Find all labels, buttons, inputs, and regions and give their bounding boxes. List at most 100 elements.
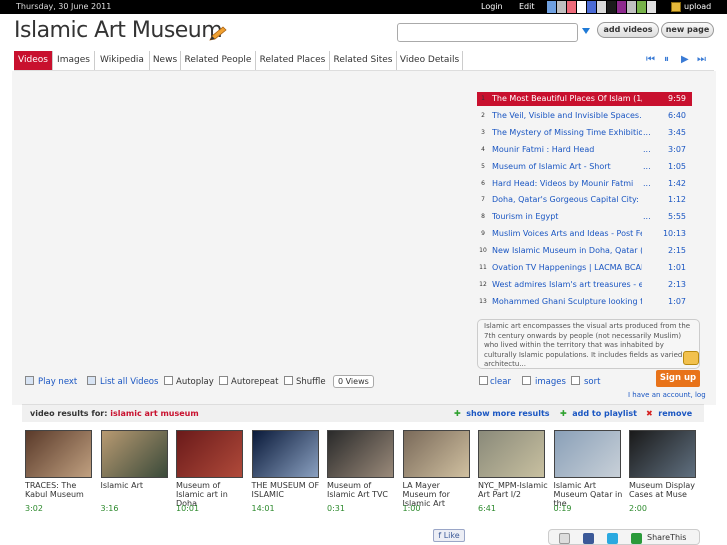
theme-swatch[interactable] xyxy=(627,1,636,13)
playlist-item[interactable]: 8 Tourism in Egypt... 5:55 xyxy=(477,210,692,224)
playlist-item[interactable]: 6 Hard Head: Videos by Mounir Fatmi... 1:4… xyxy=(477,177,692,191)
theme-swatch[interactable] xyxy=(617,1,626,13)
playlist-item-title[interactable]: The Mystery of Missing Time Exhibition xyxy=(492,126,642,140)
play-next-icon[interactable] xyxy=(25,376,34,385)
video-thumbnail-title[interactable]: THE MUSEUM OF ISLAMIC xyxy=(252,481,324,499)
edit-link[interactable]: Edit xyxy=(519,2,535,11)
clear-icon[interactable] xyxy=(479,376,488,385)
video-thumbnail[interactable] xyxy=(629,430,696,478)
theme-swatch[interactable] xyxy=(577,1,586,13)
first-icon[interactable]: ⏮ xyxy=(646,54,655,65)
show-more-button[interactable]: ✚ show more results xyxy=(454,409,550,418)
playlist-item-title[interactable]: West admires Islam's art treasures - eve… xyxy=(492,278,642,292)
pause-icon[interactable]: ⏸ xyxy=(664,54,669,65)
list-all-icon[interactable] xyxy=(87,376,96,385)
add-videos-button[interactable]: add videos xyxy=(597,22,659,38)
envelope-icon[interactable] xyxy=(683,351,699,365)
theme-swatch[interactable] xyxy=(657,1,666,13)
playlist-item[interactable]: 12 West admires Islam's art treasures - e… xyxy=(477,278,692,292)
playlist-item-title[interactable]: Doha, Qatar's Gorgeous Capital City: Pa.… xyxy=(492,193,642,207)
signup-button[interactable]: Sign up xyxy=(656,370,700,387)
sharethis-icon[interactable] xyxy=(631,533,642,544)
playlist-item[interactable]: 5 Museum of Islamic Art - Short... 1:05 xyxy=(477,160,692,174)
search-dropdown-icon[interactable] xyxy=(582,28,590,34)
new-page-button[interactable]: new page xyxy=(661,22,714,38)
sharethis-label[interactable]: ShareThis xyxy=(647,533,686,542)
video-thumbnail[interactable] xyxy=(478,430,545,478)
upload-link[interactable]: upload xyxy=(684,2,711,11)
playlist-item[interactable]: 2 The Veil, Visible and Invisible Spaces.… xyxy=(477,109,692,123)
twitter-icon[interactable] xyxy=(607,533,618,544)
tab-videos[interactable]: Videos xyxy=(14,51,53,70)
images-link[interactable]: images xyxy=(535,377,566,387)
last-icon[interactable]: ⏭ xyxy=(697,54,706,65)
theme-swatch[interactable] xyxy=(647,1,656,13)
add-to-playlist-button[interactable]: ✚ add to playlist xyxy=(560,409,637,418)
clear-link[interactable]: clear xyxy=(490,377,511,387)
playlist-item-title[interactable]: Tourism in Egypt xyxy=(492,210,642,224)
theme-swatch[interactable] xyxy=(587,1,596,13)
playlist-item-title[interactable]: Mohammed Ghani Sculpture looking for... xyxy=(492,295,642,309)
playlist-item-title[interactable]: The Most Beautiful Places Of Islam (1/5)… xyxy=(492,92,642,106)
sort-link[interactable]: sort xyxy=(584,377,600,387)
autoplay-checkbox[interactable] xyxy=(164,376,173,385)
playlist-item[interactable]: 1 The Most Beautiful Places Of Islam (1/5… xyxy=(477,92,692,106)
sort-icon[interactable] xyxy=(571,376,580,385)
playlist-item-title[interactable]: Ovation TV Happenings | LACMA BCAM... xyxy=(492,261,642,275)
playlist-item-title[interactable]: Hard Head: Videos by Mounir Fatmi xyxy=(492,177,642,191)
playlist-item-title[interactable]: Muslim Voices Arts and Ideas - Post Fes.… xyxy=(492,227,642,241)
video-thumbnail[interactable] xyxy=(327,430,394,478)
video-thumbnail-title[interactable]: NYC_MPM-Islamic Art Part I/2 xyxy=(478,481,550,499)
video-thumbnail[interactable] xyxy=(553,430,621,478)
email-icon[interactable] xyxy=(559,533,570,544)
theme-swatch[interactable] xyxy=(557,1,566,13)
tab-related-places[interactable]: Related Places xyxy=(256,51,330,70)
playlist-item[interactable]: 9 Muslim Voices Arts and Ideas - Post Fes… xyxy=(477,227,692,241)
playlist-item[interactable]: 7 Doha, Qatar's Gorgeous Capital City: Pa… xyxy=(477,193,692,207)
tab-related-sites[interactable]: Related Sites xyxy=(330,51,397,70)
playlist-item-title[interactable]: The Veil, Visible and Invisible Spaces.m… xyxy=(492,109,642,123)
autorepeat-checkbox[interactable] xyxy=(219,376,228,385)
video-thumbnail-title[interactable]: TRACES: The Kabul Museum xyxy=(25,481,97,499)
playlist-item[interactable]: 10 New Islamic Museum in Doha, Qatar (Ja.… xyxy=(477,244,692,258)
next-icon[interactable]: ▶ xyxy=(681,54,689,65)
play-next-link[interactable]: Play next xyxy=(38,377,77,387)
playlist-item[interactable]: 13 Mohammed Ghani Sculpture looking for..… xyxy=(477,295,692,309)
pencil-icon[interactable] xyxy=(208,26,228,42)
tab-related-people[interactable]: Related People xyxy=(181,51,256,70)
video-thumbnail-title[interactable]: Museum of Islamic Art TVC xyxy=(327,481,399,499)
tab-news[interactable]: News xyxy=(150,51,181,70)
playlist-item-title[interactable]: Museum of Islamic Art - Short xyxy=(492,160,642,174)
playlist-item[interactable]: 4 Mounir Fatmi : Hard Head... 3:07 xyxy=(477,143,692,157)
shuffle-checkbox[interactable] xyxy=(284,376,293,385)
tab-images[interactable]: Images xyxy=(53,51,95,70)
video-thumbnail-title[interactable]: Museum Display Cases at Muse xyxy=(629,481,701,499)
theme-swatch[interactable] xyxy=(607,1,616,13)
facebook-like-button[interactable]: f Like xyxy=(433,529,465,542)
facebook-icon[interactable] xyxy=(583,533,594,544)
theme-swatch[interactable] xyxy=(567,1,576,13)
playlist-item[interactable]: 11 Ovation TV Happenings | LACMA BCAM... 1… xyxy=(477,261,692,275)
tab-video-details[interactable]: Video Details xyxy=(397,51,463,70)
theme-swatch[interactable] xyxy=(547,1,556,13)
account-link[interactable]: I have an account, log xyxy=(628,391,706,399)
playlist-item[interactable]: 3 The Mystery of Missing Time Exhibition.… xyxy=(477,126,692,140)
video-thumbnail[interactable] xyxy=(100,430,168,478)
images-icon[interactable] xyxy=(522,376,531,385)
playlist-item-number: 10 xyxy=(479,247,487,255)
video-thumbnail-title[interactable]: Islamic Art xyxy=(101,481,173,490)
theme-swatch[interactable] xyxy=(597,1,606,13)
tab-wikipedia[interactable]: Wikipedia xyxy=(95,51,150,70)
remove-button[interactable]: ✖ remove xyxy=(646,409,692,418)
video-thumbnail[interactable] xyxy=(25,430,92,478)
playlist-item-title[interactable]: New Islamic Museum in Doha, Qatar (Ja... xyxy=(492,244,642,258)
video-thumbnail[interactable] xyxy=(251,430,319,478)
upload-icon[interactable] xyxy=(671,2,681,12)
search-input[interactable] xyxy=(397,23,578,42)
video-thumbnail[interactable] xyxy=(402,430,470,478)
list-all-link[interactable]: List all Videos xyxy=(100,377,158,387)
playlist-item-title[interactable]: Mounir Fatmi : Hard Head xyxy=(492,143,642,157)
video-thumbnail[interactable] xyxy=(176,430,243,478)
login-link[interactable]: Login xyxy=(481,2,503,11)
theme-swatch[interactable] xyxy=(637,1,646,13)
